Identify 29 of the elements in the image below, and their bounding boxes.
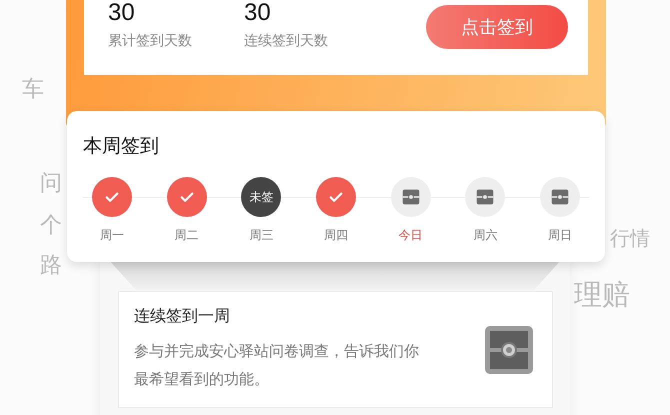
check-icon: [92, 177, 132, 217]
chest-icon: [465, 177, 506, 217]
missed-badge: 未签: [241, 177, 282, 217]
section-title: 本周签到: [83, 134, 160, 159]
stat-value: 30: [244, 2, 272, 24]
background-text: 路: [40, 254, 62, 278]
day-label: 周一: [100, 227, 124, 244]
day-label: 周六: [473, 227, 498, 244]
chest-icon: [540, 177, 580, 217]
chest-icon: [484, 324, 534, 376]
background-text: 车: [22, 78, 44, 102]
chest-icon: [390, 177, 431, 217]
background-text: 个: [40, 214, 62, 238]
stat-label: 累计签到天数: [108, 32, 192, 50]
check-icon: [166, 177, 207, 217]
day-label: 周二: [174, 227, 199, 244]
day-label: 周日: [548, 227, 572, 244]
reward-description: 参与并完成安心驿站问卷调查，告诉我们你最希望看到的功能。: [134, 341, 420, 390]
check-icon: [316, 177, 356, 217]
stat-value: 30: [108, 2, 136, 24]
background-text: 行情: [610, 226, 650, 250]
day-label: 周四: [324, 227, 348, 244]
background-text: 理赔: [574, 280, 630, 310]
day-label: 周三: [249, 227, 274, 244]
check-in-button[interactable]: 点击签到: [426, 5, 568, 49]
reward-title: 连续签到一周: [134, 306, 231, 327]
background-text: 问: [40, 172, 62, 196]
stat-label: 连续签到天数: [244, 32, 328, 50]
day-label: 今日: [398, 227, 423, 244]
